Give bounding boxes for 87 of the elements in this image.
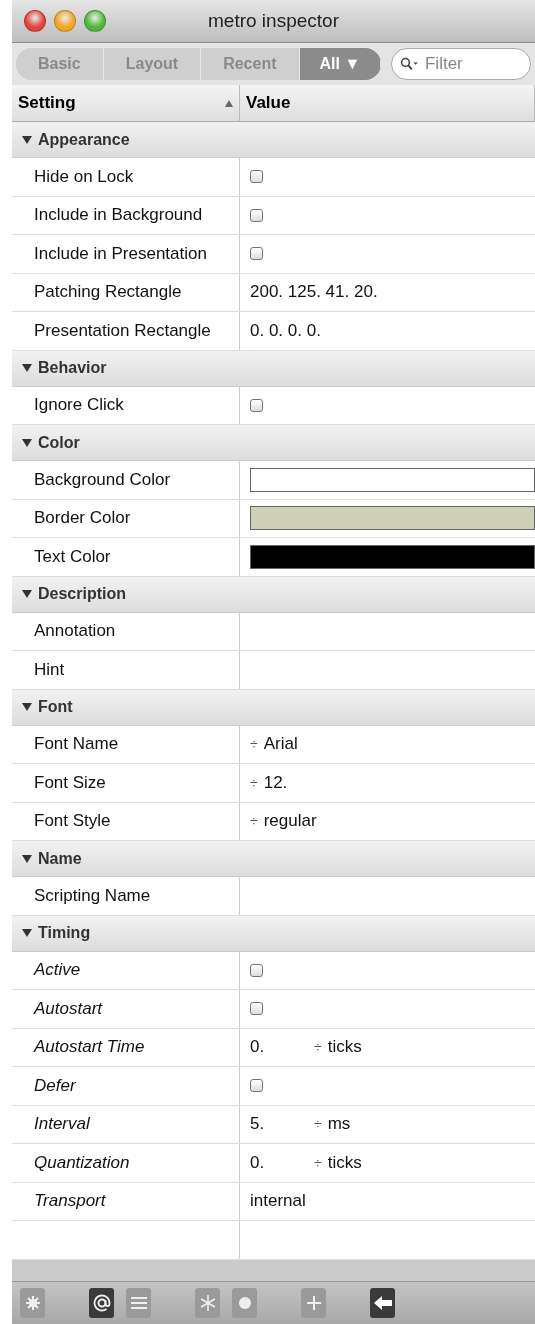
setting-label: Hint	[34, 659, 65, 680]
section-title: Font	[38, 698, 73, 716]
plus-icon	[306, 1296, 321, 1310]
setting-label: Ignore Click	[34, 395, 124, 416]
setting-label: Font Name	[34, 734, 119, 755]
unit-text: ticks	[327, 1037, 362, 1058]
value-text: 0. 0. 0. 0.	[250, 320, 321, 341]
window-title: metro inspector	[208, 10, 339, 32]
setting-label: Defer	[34, 1075, 76, 1096]
stepper-arrows[interactable]: ÷	[250, 813, 258, 830]
stepper-arrows[interactable]: ÷	[314, 1039, 322, 1056]
unit-text: ticks	[327, 1152, 362, 1173]
list-icon	[130, 1296, 147, 1310]
setting-label: Include in Presentation	[34, 243, 207, 264]
toolbar-button[interactable]	[89, 1288, 114, 1318]
value-text: 200. 125. 41. 20.	[250, 282, 378, 303]
column-header[interactable]: Setting	[12, 85, 240, 121]
setting-label: Hide on Lock	[34, 166, 134, 187]
section-title: Color	[38, 433, 80, 452]
zoom-button[interactable]	[84, 10, 106, 32]
checkbox[interactable]	[250, 963, 263, 977]
value-text: Arial	[263, 734, 298, 755]
section-title: Appearance	[38, 130, 130, 149]
setting-label: Font Size	[34, 772, 106, 793]
section-title: Behavior	[38, 359, 107, 377]
section-header[interactable]: Name	[12, 841, 535, 877]
stepper-arrows[interactable]: ÷	[314, 1154, 322, 1171]
disclosure-triangle-icon[interactable]	[22, 853, 32, 864]
disclosure-triangle-icon[interactable]	[22, 928, 32, 938]
setting-label: Border Color	[34, 508, 131, 529]
value-text: regular	[263, 811, 317, 832]
disclosure-triangle-icon[interactable]	[22, 437, 32, 448]
checkbox[interactable]	[250, 247, 263, 261]
setting-label: Include in Background	[34, 205, 203, 226]
checkbox[interactable]	[250, 208, 263, 222]
stepper-arrows[interactable]: ÷	[250, 774, 258, 791]
snowflake-icon	[198, 1294, 217, 1312]
setting-label: Quantization	[34, 1152, 130, 1173]
checkbox[interactable]	[250, 1002, 263, 1016]
value-text: 0.	[250, 1152, 266, 1173]
setting-label: Autostart	[34, 998, 103, 1019]
value-text: 12.	[263, 772, 288, 793]
checkbox[interactable]	[250, 398, 263, 412]
setting-label: Autostart Time	[34, 1037, 145, 1058]
section-title: Name	[38, 849, 82, 868]
color-swatch[interactable]	[250, 467, 535, 492]
stepper-arrows[interactable]: ÷	[250, 736, 258, 753]
setting-label: Background Color	[34, 469, 171, 490]
section-header[interactable]: Behavior	[12, 350, 535, 387]
setting-label: Scripting Name	[34, 885, 151, 906]
minimize-button[interactable]	[54, 10, 76, 32]
search-field[interactable]: Filter	[391, 48, 531, 80]
setting-label: Presentation Rectangle	[34, 320, 211, 341]
value-text: internal	[250, 1191, 306, 1212]
section-header[interactable]: Timing	[12, 915, 535, 952]
checkbox[interactable]	[250, 170, 263, 184]
section-title: Description	[38, 585, 126, 603]
gear-icon	[24, 1295, 41, 1311]
setting-label: Transport	[34, 1191, 106, 1212]
stepper-arrows[interactable]: ÷	[314, 1116, 322, 1133]
section-header[interactable]: Description	[12, 576, 535, 613]
setting-label: Annotation	[34, 621, 116, 642]
section-title: Timing	[38, 924, 91, 942]
unit-text: ms	[327, 1114, 351, 1135]
disclosure-triangle-icon[interactable]	[22, 134, 32, 145]
disclosure-triangle-icon[interactable]	[22, 363, 32, 373]
left-arrow-icon	[373, 1296, 392, 1310]
close-button[interactable]	[24, 10, 46, 32]
value-text: 0.	[250, 1037, 266, 1058]
section-header[interactable]: Appearance	[12, 122, 535, 158]
column-header[interactable]: Value	[240, 85, 535, 121]
toolbar-button[interactable]	[370, 1288, 395, 1318]
setting-label: Text Color	[34, 546, 111, 567]
setting-label: Font Style	[34, 811, 111, 832]
search-icon	[400, 55, 419, 73]
color-swatch[interactable]	[250, 544, 535, 569]
setting-label: Interval	[34, 1114, 90, 1135]
value-text: 5.	[250, 1114, 266, 1135]
disclosure-triangle-icon[interactable]	[22, 702, 32, 712]
setting-label: Active	[34, 960, 81, 981]
setting-label: Patching Rectangle	[34, 282, 182, 303]
section-header[interactable]: Color	[12, 425, 535, 461]
checkbox[interactable]	[250, 1079, 263, 1093]
section-header[interactable]: Font	[12, 689, 535, 726]
color-swatch[interactable]	[250, 506, 535, 531]
disclosure-triangle-icon[interactable]	[22, 589, 32, 599]
at-icon	[91, 1293, 112, 1313]
